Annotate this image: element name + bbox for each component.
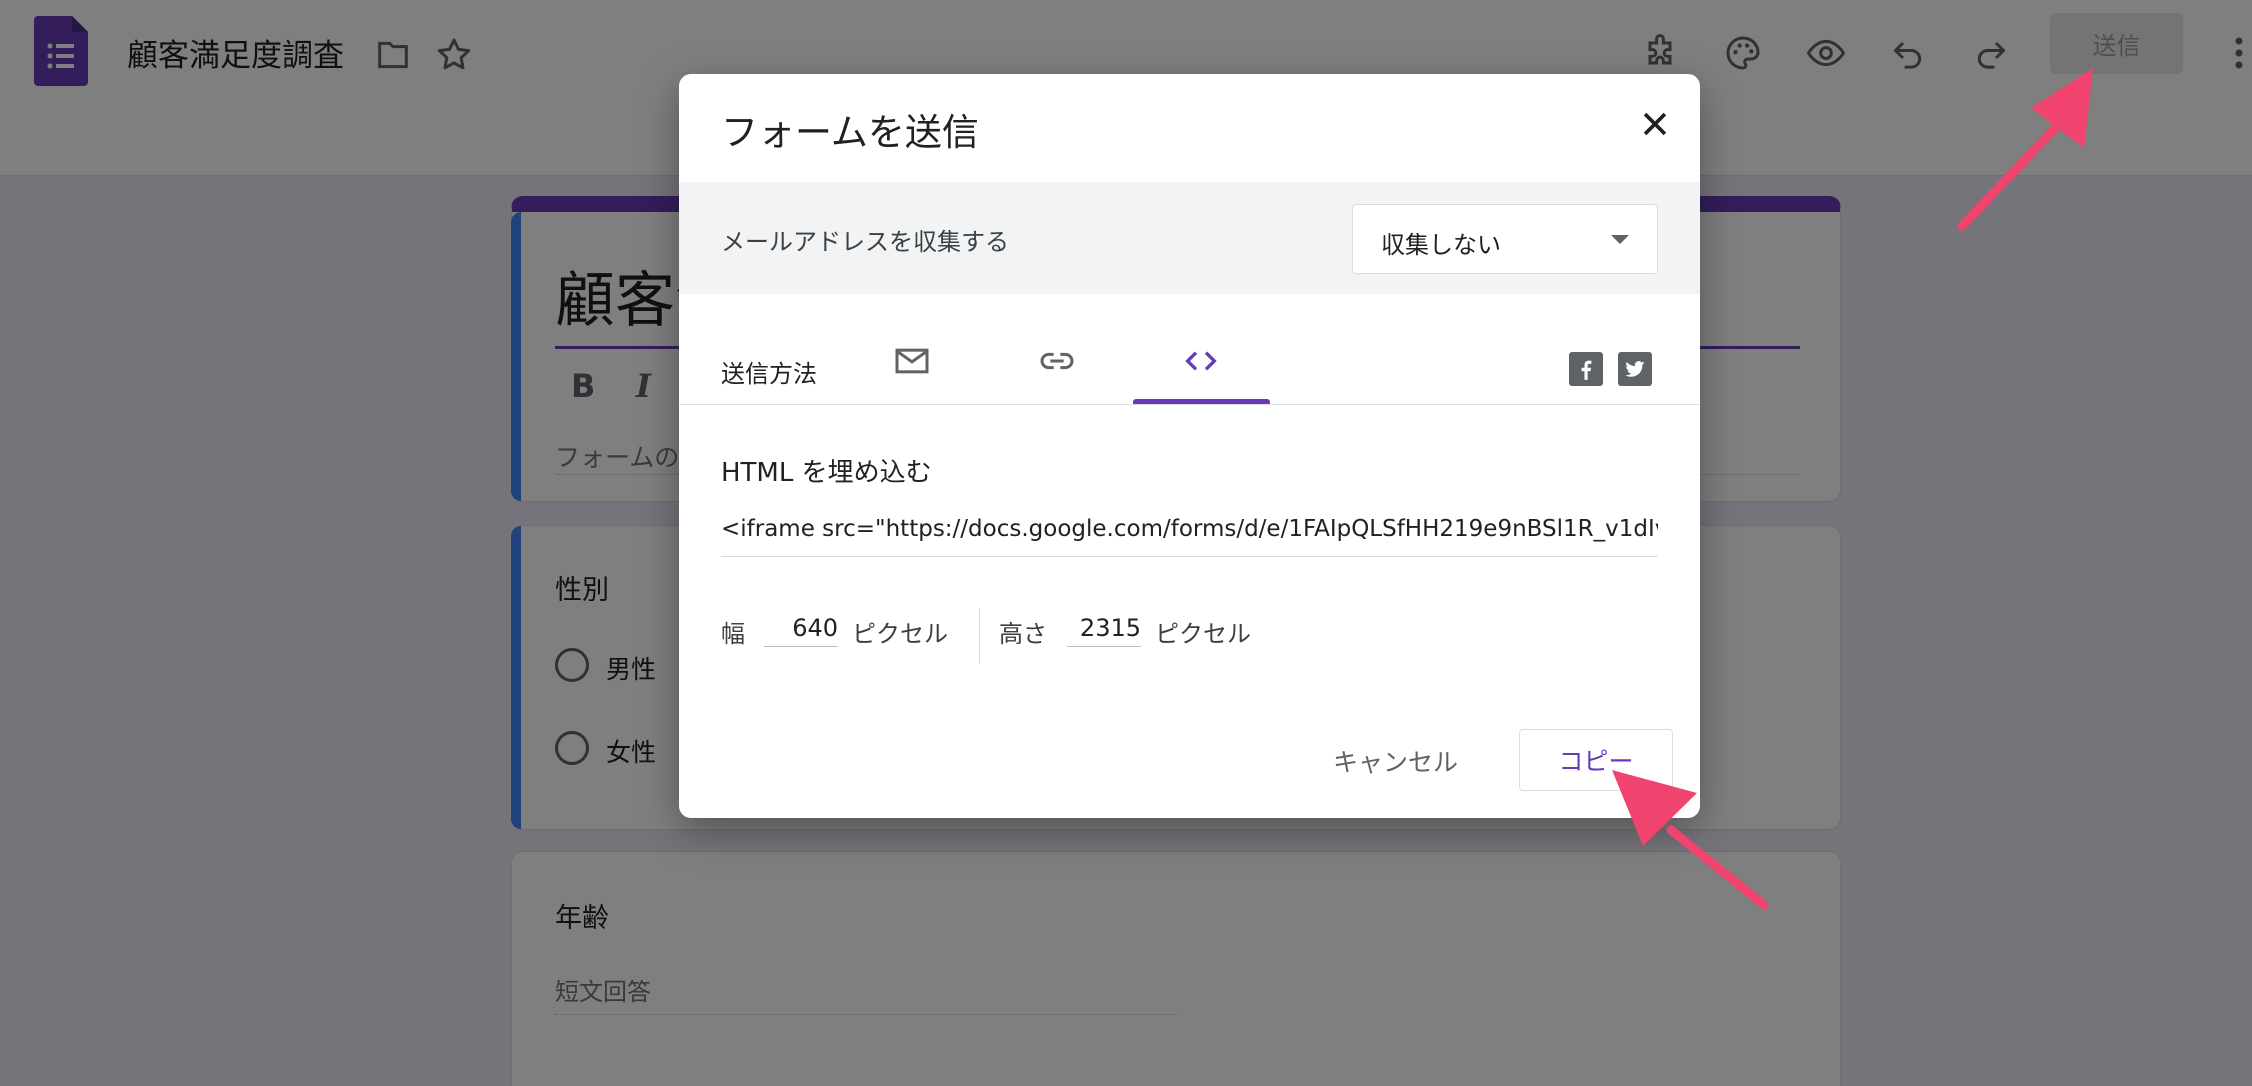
close-icon[interactable] — [1631, 100, 1679, 148]
tab-embed[interactable] — [1133, 318, 1269, 404]
tab-link[interactable] — [989, 318, 1125, 404]
height-unit: ピクセル — [1155, 620, 1251, 648]
send-method-label: 送信方法 — [721, 360, 817, 388]
dimension-separator — [979, 608, 980, 664]
code-icon — [1185, 351, 1217, 371]
width-input[interactable]: 640 — [764, 614, 838, 647]
twitter-icon[interactable] — [1618, 352, 1652, 386]
collect-email-row: メールアドレスを収集する 収集しない — [679, 182, 1700, 294]
facebook-icon[interactable] — [1569, 352, 1603, 386]
send-form-dialog: フォームを送信 メールアドレスを収集する 収集しない 送信方法 HTML を埋め… — [679, 74, 1700, 818]
width-unit: ピクセル — [852, 620, 948, 648]
embed-code-field[interactable]: <iframe src="https://docs.google.com/for… — [721, 516, 1658, 542]
tab-email[interactable] — [844, 318, 980, 404]
copy-button[interactable]: コピー — [1519, 729, 1673, 791]
collect-email-label: メールアドレスを収集する — [721, 228, 1009, 256]
tabs-divider — [679, 404, 1700, 405]
width-label: 幅 — [721, 620, 745, 648]
mail-icon — [895, 348, 929, 374]
height-label: 高さ — [999, 620, 1047, 648]
collect-email-select[interactable]: 収集しない — [1352, 204, 1658, 274]
dialog-title: フォームを送信 — [721, 111, 979, 154]
height-input[interactable]: 2315 — [1067, 614, 1141, 647]
link-icon — [1040, 352, 1074, 370]
dropdown-arrow-icon — [1611, 235, 1629, 244]
embed-html-title: HTML を埋め込む — [721, 458, 932, 488]
embed-code-underline — [721, 556, 1658, 557]
collect-email-value: 収集しない — [1381, 231, 1501, 259]
cancel-button[interactable]: キャンセル — [1333, 743, 1458, 779]
